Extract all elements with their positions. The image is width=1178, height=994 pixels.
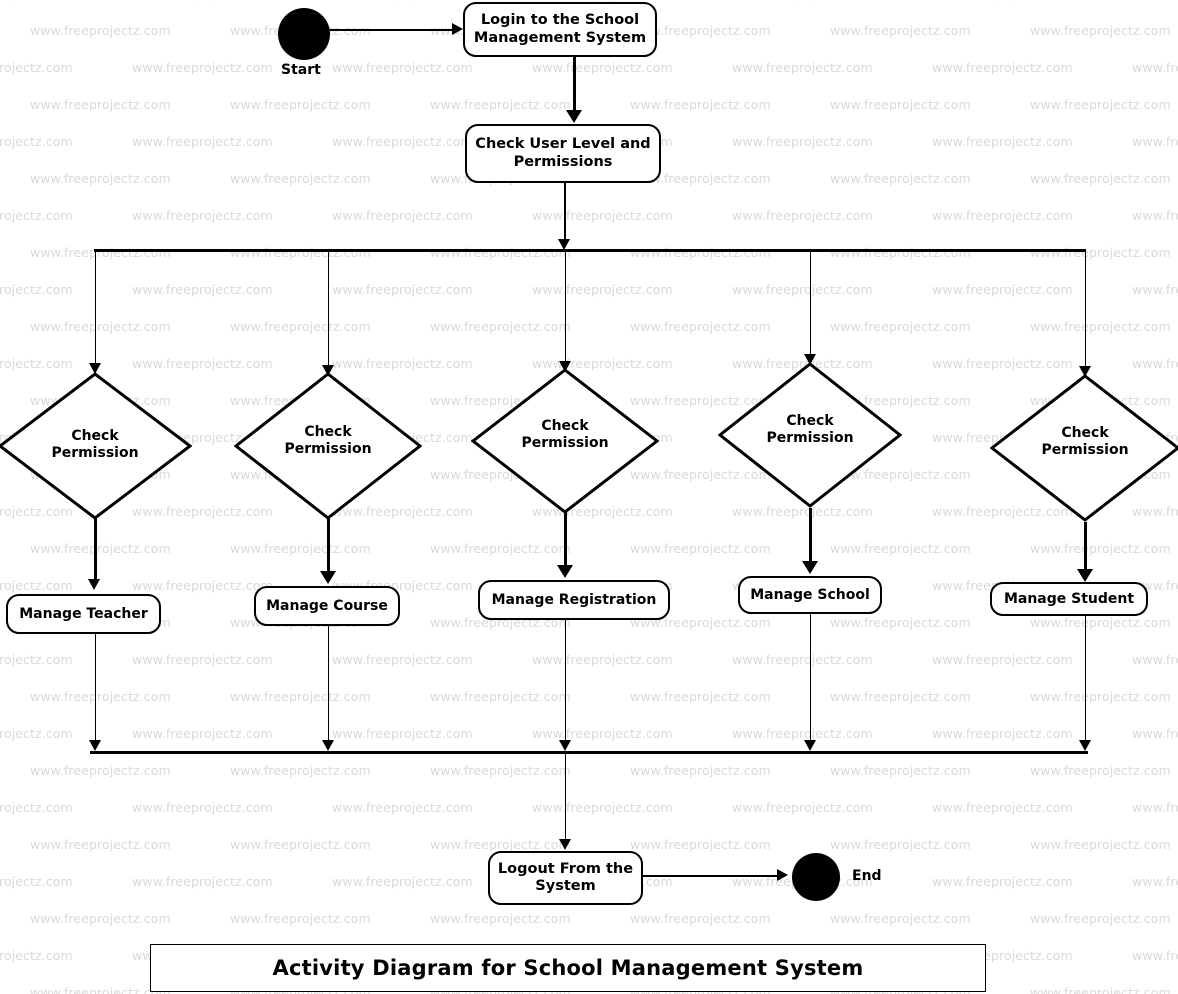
activity-login[interactable]: Login to the School Management System	[463, 2, 657, 57]
edge-decision-4-to-activity	[809, 508, 812, 566]
edge-fork-to-decision-2	[327, 251, 330, 372]
diagram-title: Activity Diagram for School Management S…	[272, 956, 864, 980]
decision-label-5: Check Permission	[1041, 425, 1129, 458]
end-node-label: End	[852, 868, 882, 884]
activity-logout[interactable]: Logout From the System	[488, 851, 643, 905]
activity-diagram-canvas: www.freeprojectz.com www.freeprojectz.com…	[0, 0, 1178, 994]
diagram-layer: Start Login to the School Management Sys…	[0, 0, 1178, 994]
arrowhead-decision-5-to-activity	[1077, 569, 1093, 582]
edge-check-user-to-fork	[564, 183, 566, 241]
edge-decision-1-to-activity	[94, 518, 97, 584]
edge-start-to-login	[330, 29, 454, 31]
arrowhead-join-to-logout	[558, 839, 571, 850]
decision-label-3: Check Permission	[521, 418, 609, 451]
arrowhead-login-to-check-user	[566, 110, 582, 123]
arrowhead-decision-4-to-activity	[802, 561, 818, 574]
arrowhead-activity-5-to-join	[1078, 740, 1091, 751]
edge-join-to-logout	[564, 753, 567, 845]
diagram-title-frame: Activity Diagram for School Management S…	[150, 944, 986, 992]
edge-fork-to-decision-4	[809, 251, 812, 361]
arrowhead-decision-2-to-activity	[320, 571, 336, 584]
decision-check-permission-3[interactable]: Check Permission	[471, 368, 659, 514]
decision-check-permission-5[interactable]: Check Permission	[990, 374, 1178, 522]
end-node[interactable]	[792, 853, 840, 901]
fork-bar	[94, 249, 1086, 253]
edge-activity-2-to-join	[327, 626, 330, 746]
arrowhead-activity-2-to-join	[321, 740, 334, 751]
decision-label-1: Check Permission	[51, 428, 139, 461]
decision-check-permission-2[interactable]: Check Permission	[234, 372, 422, 520]
activity-manage-course[interactable]: Manage Course	[254, 586, 400, 626]
edge-activity-1-to-join	[94, 634, 97, 746]
activity-manage-student[interactable]: Manage Student	[990, 582, 1148, 616]
decision-label-4: Check Permission	[766, 413, 854, 446]
edge-login-to-check-user	[573, 57, 576, 113]
edge-fork-to-decision-5	[1084, 251, 1087, 373]
arrowhead-activity-4-to-join	[803, 740, 816, 751]
edge-activity-4-to-join	[809, 614, 812, 746]
edge-fork-to-decision-3	[564, 251, 567, 368]
start-node[interactable]	[278, 8, 330, 60]
activity-manage-school[interactable]: Manage School	[738, 576, 882, 614]
arrowhead-decision-1-to-activity	[88, 579, 100, 590]
decision-check-permission-4[interactable]: Check Permission	[718, 362, 902, 508]
edge-fork-to-decision-1	[94, 251, 97, 369]
edge-logout-to-end	[643, 875, 779, 877]
decision-label-2: Check Permission	[284, 424, 372, 457]
arrowhead-decision-3-to-activity	[557, 565, 573, 578]
edge-activity-5-to-join	[1084, 616, 1087, 746]
join-bar	[90, 751, 1088, 755]
arrowhead-logout-to-end	[777, 868, 788, 881]
edge-activity-3-to-join	[564, 620, 567, 746]
arrowhead-start-to-login	[452, 22, 463, 35]
arrowhead-activity-3-to-join	[558, 740, 571, 751]
activity-check-user-level[interactable]: Check User Level and Permissions	[465, 124, 661, 183]
edge-decision-2-to-activity	[327, 518, 330, 576]
arrowhead-activity-1-to-join	[88, 740, 101, 751]
activity-manage-registration[interactable]: Manage Registration	[478, 580, 670, 620]
activity-manage-teacher[interactable]: Manage Teacher	[6, 594, 161, 634]
edge-decision-5-to-activity	[1084, 522, 1087, 574]
edge-decision-3-to-activity	[564, 512, 567, 570]
decision-check-permission-1[interactable]: Check Permission	[0, 372, 192, 520]
start-node-label: Start	[281, 62, 321, 78]
